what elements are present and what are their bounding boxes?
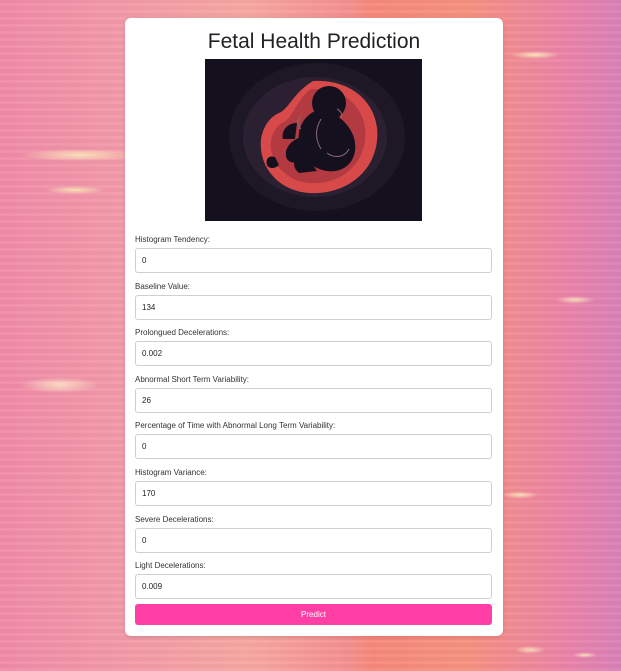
histogram-variance-field: Histogram Variance: xyxy=(135,467,492,514)
severe-decelerations-label: Severe Decelerations: xyxy=(135,514,214,524)
abnormal-long-term-variability-field: Percentage of Time with Abnormal Long Te… xyxy=(135,420,492,467)
abnormal-short-term-variability-field: Abnormal Short Term Variability: xyxy=(135,374,492,421)
prediction-card: Fetal Health Prediction Histogram Tenden… xyxy=(125,18,503,636)
prediction-form: Histogram Tendency: Baseline Value: Prol… xyxy=(135,234,492,607)
prolongued-decelerations-label: Prolongued Decelerations: xyxy=(135,328,230,338)
abnormal-short-term-variability-input[interactable] xyxy=(135,387,492,413)
predict-button[interactable]: Predict xyxy=(135,604,492,625)
hero-image xyxy=(205,59,422,221)
severe-decelerations-input[interactable] xyxy=(135,527,492,553)
histogram-variance-label: Histogram Variance: xyxy=(135,467,207,477)
abnormal-long-term-variability-input[interactable] xyxy=(135,434,492,460)
baseline-value-label: Baseline Value: xyxy=(135,281,190,291)
prolongued-decelerations-input[interactable] xyxy=(135,341,492,367)
histogram-tendency-field: Histogram Tendency: xyxy=(135,234,492,281)
baseline-value-field: Baseline Value: xyxy=(135,281,492,328)
histogram-tendency-input[interactable] xyxy=(135,248,492,273)
baseline-value-input[interactable] xyxy=(135,294,492,320)
abnormal-short-term-variability-label: Abnormal Short Term Variability: xyxy=(135,374,249,384)
light-decelerations-label: Light Decelerations: xyxy=(135,561,206,571)
fetus-illustration-icon xyxy=(205,59,422,221)
severe-decelerations-field: Severe Decelerations: xyxy=(135,514,492,561)
histogram-tendency-label: Histogram Tendency: xyxy=(135,235,210,244)
page-title: Fetal Health Prediction xyxy=(207,30,421,53)
abnormal-long-term-variability-label: Percentage of Time with Abnormal Long Te… xyxy=(135,421,336,431)
histogram-variance-input[interactable] xyxy=(135,480,492,506)
light-decelerations-input[interactable] xyxy=(135,574,492,600)
prolongued-decelerations-field: Prolongued Decelerations: xyxy=(135,327,492,374)
light-decelerations-field: Light Decelerations: xyxy=(135,560,492,607)
